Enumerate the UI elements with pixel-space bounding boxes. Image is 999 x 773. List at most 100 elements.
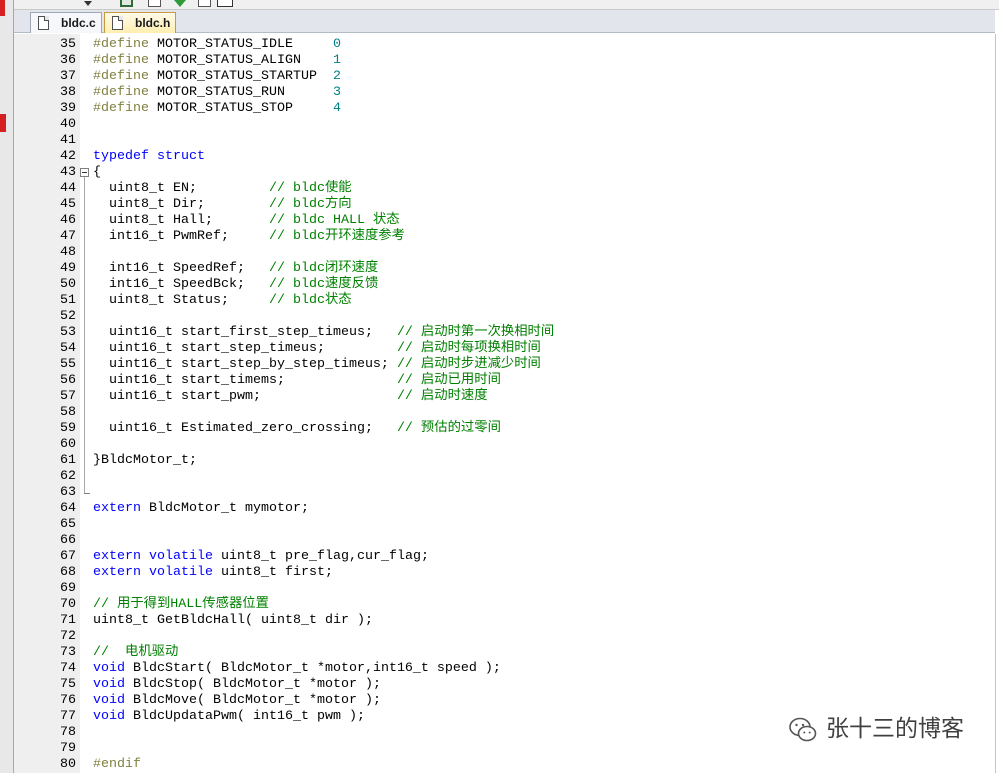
code-line-73[interactable]: 73 // 电机驱动	[14, 645, 995, 661]
code-text: void BldcStop( BldcMotor_t *motor );	[93, 677, 381, 693]
line-number: 48	[60, 245, 76, 260]
line-number: 72	[60, 629, 76, 644]
code-line-44[interactable]: 44 uint8_t EN; // bldc使能	[14, 181, 995, 197]
code-line-63[interactable]: 63	[14, 485, 995, 501]
code-text: uint16_t start_step_timeus; // 启动时每项换相时间	[93, 341, 541, 357]
code-line-58[interactable]: 58	[14, 405, 995, 421]
code-line-53[interactable]: 53 uint16_t start_first_step_timeus; // …	[14, 325, 995, 341]
code-line-66[interactable]: 66	[14, 533, 995, 549]
line-number: 79	[60, 741, 76, 756]
keyword-token: extern	[93, 501, 141, 516]
code-line-69[interactable]: 69	[14, 581, 995, 597]
code-line-64[interactable]: 64 extern BldcMotor_t mymotor;	[14, 501, 995, 517]
code-line-74[interactable]: 74 void BldcStart( BldcMotor_t *motor,int…	[14, 661, 995, 677]
comment-token: // 启动时步进减少时间	[396, 357, 541, 372]
code-line-67[interactable]: 67 extern volatile uint8_t pre_flag,cur_f…	[14, 549, 995, 565]
code-line-59[interactable]: 59 uint16_t Estimated_zero_crossing; // …	[14, 421, 995, 437]
code-line-47[interactable]: 47 int16_t PwmRef; // bldc开环速度参考	[14, 229, 995, 245]
code-text-token: MOTOR_STATUS_IDLE	[149, 37, 333, 52]
code-line-54[interactable]: 54 uint16_t start_step_timeus; // 启动时每项换…	[14, 341, 995, 357]
code-line-52[interactable]: 52	[14, 309, 995, 325]
code-line-80[interactable]: 80 #endif	[14, 757, 995, 773]
code-text-token: {	[93, 165, 101, 180]
comment-token: // bldc状态	[268, 293, 352, 308]
code-line-35[interactable]: 35 #define MOTOR_STATUS_IDLE 0	[14, 37, 995, 53]
code-line-48[interactable]: 48	[14, 245, 995, 261]
comment-token: // 启动时速度	[396, 389, 488, 404]
download-arrow-icon[interactable]	[174, 0, 186, 7]
code-text: uint16_t start_first_step_timeus; // 启动时…	[93, 325, 554, 341]
file-icon	[38, 16, 49, 30]
code-text: // 电机驱动	[93, 645, 178, 661]
code-line-70[interactable]: 70 // 用于得到HALL传感器位置	[14, 597, 995, 613]
code-line-42[interactable]: 42 typedef struct	[14, 149, 995, 165]
keyword-token: extern	[93, 549, 141, 564]
window-icon[interactable]	[217, 0, 233, 7]
keyword-token: typedef	[93, 149, 149, 164]
code-text: #endif	[93, 757, 141, 773]
code-line-75[interactable]: 75 void BldcStop( BldcMotor_t *motor );	[14, 677, 995, 693]
code-line-36[interactable]: 36 #define MOTOR_STATUS_ALIGN 1	[14, 53, 995, 69]
line-number: 60	[60, 437, 76, 452]
code-text-token: int16_t PwmRef;	[93, 229, 269, 244]
comment-token: // bldc速度反馈	[268, 277, 379, 292]
code-line-62[interactable]: 62	[14, 469, 995, 485]
code-line-45[interactable]: 45 uint8_t Dir; // bldc方向	[14, 197, 995, 213]
fold-collapse-icon[interactable]	[80, 168, 89, 177]
code-line-56[interactable]: 56 uint16_t start_timems; // 启动已用时间	[14, 373, 995, 389]
code-text: uint8_t GetBldcHall( uint8_t dir );	[93, 613, 373, 629]
code-text-token: uint16_t start_first_step_timeus;	[93, 325, 397, 340]
code-line-40[interactable]: 40	[14, 117, 995, 133]
code-line-41[interactable]: 41	[14, 133, 995, 149]
code-line-55[interactable]: 55 uint16_t start_step_by_step_timeus; /…	[14, 357, 995, 373]
tab-bldc-h[interactable]: bldc.h	[104, 12, 176, 33]
code-text-token: uint8_t first;	[213, 565, 333, 580]
line-number: 46	[60, 213, 76, 228]
code-text: uint16_t start_timems; // 启动已用时间	[93, 373, 501, 389]
line-number: 44	[60, 181, 76, 196]
tab-bldc-c[interactable]: bldc.c	[30, 12, 102, 33]
preprocessor-token: #define	[93, 37, 149, 52]
line-number: 40	[60, 117, 76, 132]
page-icon[interactable]	[198, 0, 211, 7]
code-text: uint8_t Hall; // bldc HALL 状态	[93, 213, 400, 229]
code-line-50[interactable]: 50 int16_t SpeedBck; // bldc速度反馈	[14, 277, 995, 293]
code-line-49[interactable]: 49 int16_t SpeedRef; // bldc闭环速度	[14, 261, 995, 277]
keyword-token: void	[93, 677, 125, 692]
preprocessor-token: #define	[93, 53, 149, 68]
code-line-72[interactable]: 72	[14, 629, 995, 645]
dropdown-arrow-icon[interactable]	[84, 1, 92, 6]
code-text-token: BldcStart( BldcMotor_t *motor,int16_t sp…	[125, 661, 501, 676]
code-line-39[interactable]: 39 #define MOTOR_STATUS_STOP 4	[14, 101, 995, 117]
line-number: 41	[60, 133, 76, 148]
code-line-57[interactable]: 57 uint16_t start_pwm; // 启动时速度	[14, 389, 995, 405]
preprocessor-token: #define	[93, 85, 149, 100]
code-line-68[interactable]: 68 extern volatile uint8_t first;	[14, 565, 995, 581]
line-number: 61	[60, 453, 76, 468]
code-line-79[interactable]: 79	[14, 741, 995, 757]
code-text-token: BldcMotor_t mymotor;	[141, 501, 309, 516]
line-number: 38	[60, 85, 76, 100]
code-text: uint8_t Dir; // bldc方向	[93, 197, 352, 213]
line-number: 67	[60, 549, 76, 564]
code-editor[interactable]: 35 #define MOTOR_STATUS_IDLE 0 36 #define M…	[14, 37, 995, 773]
code-line-65[interactable]: 65	[14, 517, 995, 533]
code-line-60[interactable]: 60	[14, 437, 995, 453]
preprocessor-token: #endif	[93, 757, 141, 772]
code-line-37[interactable]: 37 #define MOTOR_STATUS_STARTUP 2	[14, 69, 995, 85]
code-line-71[interactable]: 71 uint8_t GetBldcHall( uint8_t dir );	[14, 613, 995, 629]
code-line-61[interactable]: 61}BldcMotor_t;	[14, 453, 995, 469]
page-icon[interactable]	[148, 0, 161, 7]
code-line-46[interactable]: 46 uint8_t Hall; // bldc HALL 状态	[14, 213, 995, 229]
line-number: 58	[60, 405, 76, 420]
comment-token: // 用于得到HALL传感器位置	[93, 597, 269, 612]
code-text-token: BldcStop( BldcMotor_t *motor );	[125, 677, 381, 692]
code-line-76[interactable]: 76 void BldcMove( BldcMotor_t *motor );	[14, 693, 995, 709]
code-line-43[interactable]: 43 {	[14, 165, 995, 181]
code-line-38[interactable]: 38 #define MOTOR_STATUS_RUN 3	[14, 85, 995, 101]
code-line-51[interactable]: 51 uint8_t Status; // bldc状态	[14, 293, 995, 309]
panel-marker	[0, 0, 5, 16]
window-icon[interactable]	[120, 0, 133, 7]
code-text: typedef struct	[93, 149, 205, 165]
